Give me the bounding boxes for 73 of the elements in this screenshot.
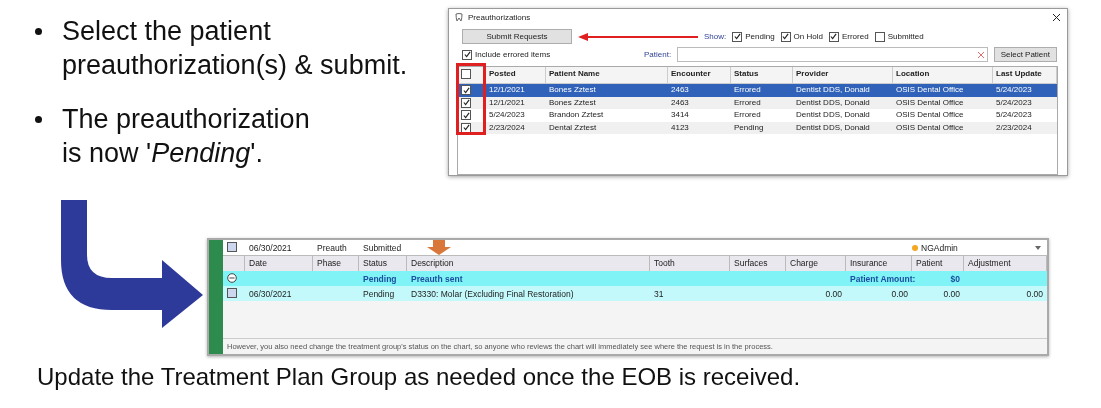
checkbox[interactable]	[461, 69, 471, 79]
column-header[interactable]: Charge	[786, 256, 846, 271]
table-cell-text: 0.00	[890, 288, 909, 299]
table-cell: 12/1/2021	[486, 84, 546, 97]
checkbox[interactable]	[461, 97, 471, 108]
column-header[interactable]: Last Update	[993, 67, 1057, 84]
table-cell-text: D3330: Molar (Excluding Final Restoration)	[410, 288, 575, 299]
column-header[interactable]: Phase	[313, 256, 359, 271]
table-cell-text: 06/30/2021	[248, 288, 293, 299]
column-header[interactable]: Status	[731, 67, 793, 84]
clear-icon[interactable]	[977, 51, 984, 58]
bullet-icon	[35, 28, 42, 35]
checkbox[interactable]	[461, 110, 471, 120]
patient-field[interactable]	[677, 47, 988, 62]
checkbox[interactable]	[874, 31, 885, 42]
date-text: 06/30/2021	[248, 242, 293, 253]
collapse-icon[interactable]	[227, 272, 237, 283]
table-cell: 5/24/2023	[993, 84, 1057, 97]
filter-label: Submitted	[887, 32, 924, 41]
table-cell-text: 0.00	[824, 288, 843, 299]
close-icon[interactable]	[1052, 13, 1061, 22]
column-header[interactable]: Date	[245, 256, 313, 271]
table-cell: Bones Zztest	[546, 84, 668, 97]
column-header[interactable]: Encounter	[668, 67, 731, 84]
column-header[interactable]: Tooth	[650, 256, 730, 271]
window-title: Preauthorizations	[468, 13, 532, 22]
column-header[interactable]: Status	[359, 256, 407, 271]
phase-text: Preauth	[316, 242, 348, 253]
highlight-frame	[456, 63, 486, 135]
checkbox[interactable]	[461, 85, 471, 95]
bullet-text: Select the patient preauthorization(s) & submit.	[62, 15, 409, 82]
checkbox[interactable]	[227, 287, 237, 298]
include-errored-label: Include errored items	[475, 50, 551, 59]
table-cell: OSIS Dental Office	[893, 84, 993, 97]
column-header[interactable]: Adjustment	[964, 256, 1047, 271]
select-patient-button[interactable]: Select Patient	[993, 47, 1057, 62]
table-cell: 2463	[668, 84, 731, 97]
table-cell-text: 31	[653, 288, 665, 299]
tooth-icon	[455, 13, 463, 22]
filter-label: Pending	[745, 32, 775, 41]
filter-label: Errored	[841, 32, 869, 41]
column-header[interactable]: Patient	[912, 256, 964, 271]
show-label: Show:	[704, 32, 727, 41]
column-header[interactable]: Patient Name	[546, 67, 668, 84]
column-header[interactable]: Posted	[486, 67, 546, 84]
table-cell-text: 0.00	[1025, 288, 1044, 299]
down-arrow	[427, 240, 451, 255]
checkbox[interactable]	[780, 31, 791, 42]
patient-label: Patient:	[644, 50, 672, 59]
status-text: Pending	[362, 273, 398, 284]
filter-label: On Hold	[793, 32, 823, 41]
description-text: Preauth sent	[410, 273, 464, 284]
checkbox[interactable]	[461, 122, 471, 133]
caption-text: Update the Treatment Plan Group as needed once the EOB is received.	[36, 363, 802, 391]
bullet-text: The preauthorization is now 'Pending'.	[62, 103, 311, 170]
checkbox[interactable]	[462, 49, 472, 60]
checkbox[interactable]	[732, 31, 743, 42]
user-name: NGAdmin	[921, 242, 958, 253]
checkbox[interactable]	[227, 241, 237, 252]
bullet-icon	[35, 116, 42, 123]
table-cell: Errored	[731, 84, 793, 97]
column-header[interactable]: Location	[893, 67, 993, 84]
submit-requests-button[interactable]: Submit Requests	[462, 29, 572, 44]
table-cell: Dentist DDS, Donald	[793, 84, 893, 97]
column-header[interactable]: Surfaces	[730, 256, 786, 271]
status-text: Submitted	[362, 242, 403, 253]
column-header[interactable]: Description	[407, 256, 650, 271]
column-header[interactable]: Provider	[793, 67, 893, 84]
column-header[interactable]: Insurance	[846, 256, 912, 271]
dropdown-icon[interactable]	[1035, 245, 1041, 250]
checkbox[interactable]	[828, 31, 839, 42]
table-cell-text: 0.00	[942, 288, 961, 299]
table-cell-text: Pending	[362, 288, 396, 299]
